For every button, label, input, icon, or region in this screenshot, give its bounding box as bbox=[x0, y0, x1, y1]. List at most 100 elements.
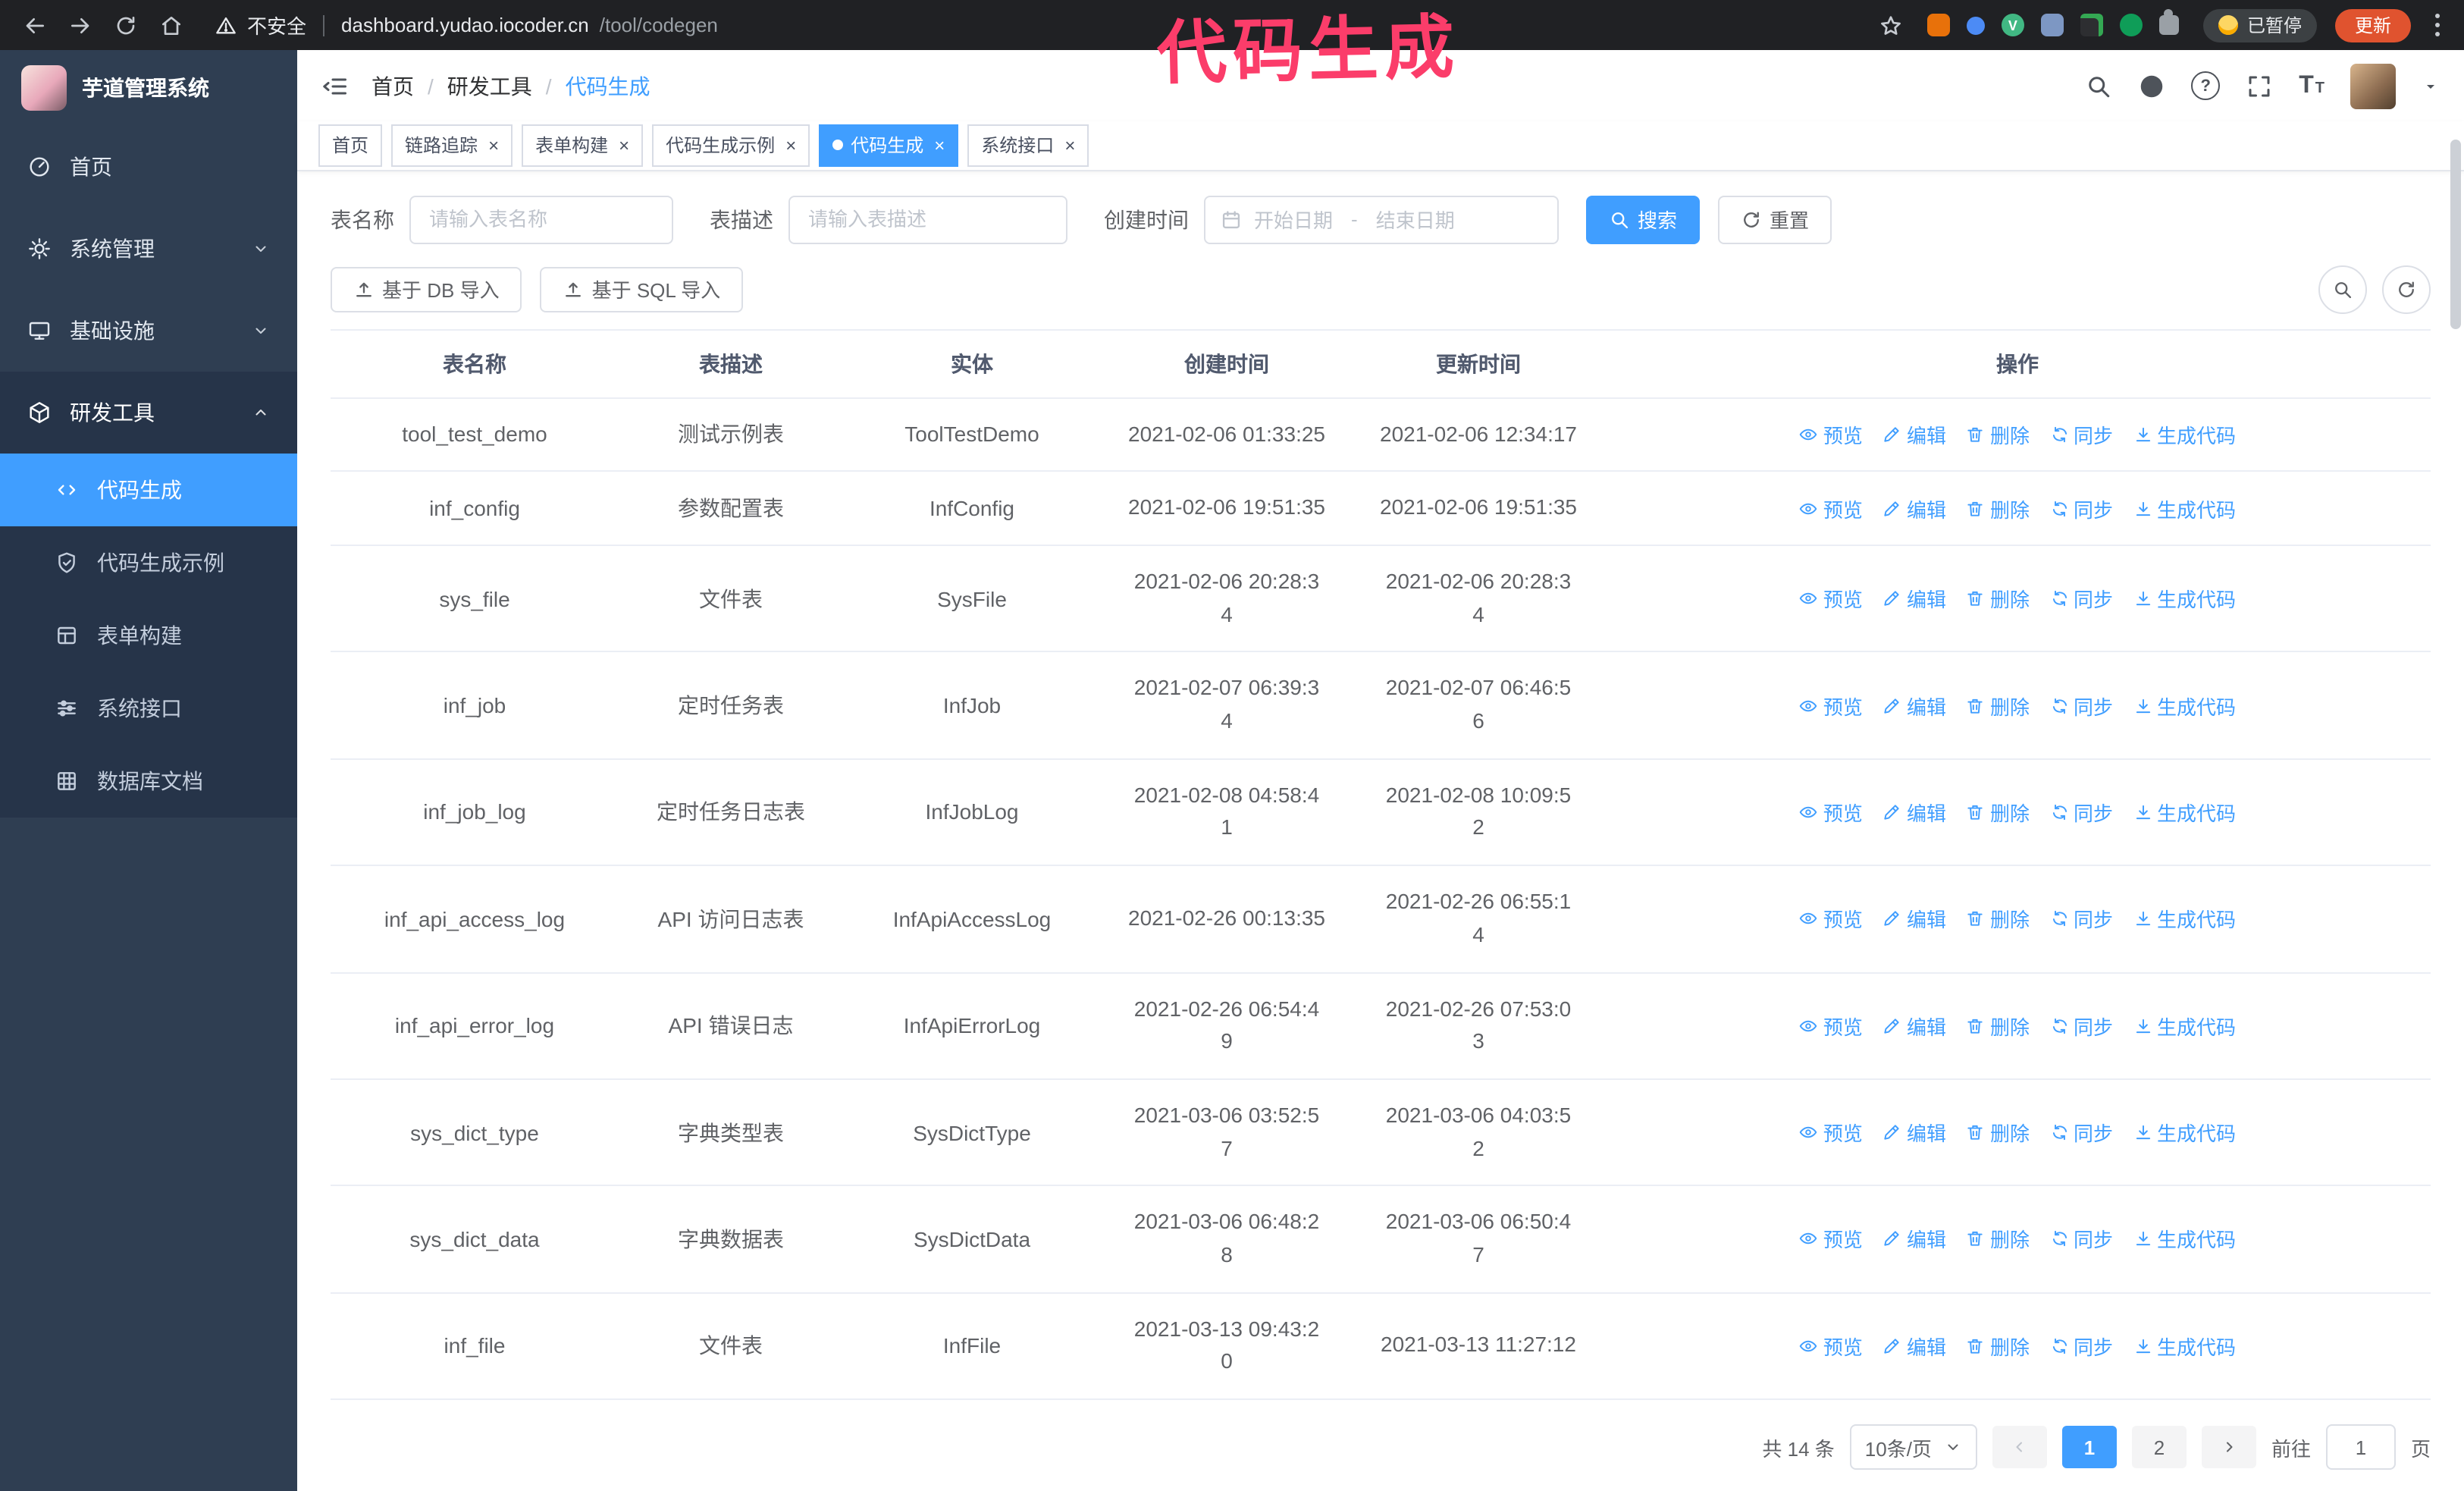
generate-code-link[interactable]: 生成代码 bbox=[2133, 691, 2236, 720]
sidebar-item-dev-tools[interactable]: 研发工具 bbox=[0, 372, 297, 454]
sidebar-item-home[interactable]: 首页 bbox=[0, 126, 297, 208]
sync-link[interactable]: 同步 bbox=[2049, 1011, 2113, 1040]
breadcrumb-item[interactable]: 代码生成 bbox=[566, 71, 650, 101]
reload-button[interactable] bbox=[106, 5, 146, 45]
tab-close-icon[interactable]: × bbox=[619, 137, 629, 155]
delete-link[interactable]: 删除 bbox=[1966, 905, 2030, 934]
sync-link[interactable]: 同步 bbox=[2049, 584, 2113, 613]
goto-page-input[interactable] bbox=[2325, 1424, 2396, 1470]
preview-link[interactable]: 预览 bbox=[1799, 584, 1863, 613]
toggle-search-button[interactable] bbox=[2318, 265, 2367, 314]
tab-close-icon[interactable]: × bbox=[785, 137, 796, 155]
breadcrumb-item[interactable]: 研发工具 bbox=[447, 71, 532, 101]
preview-link[interactable]: 预览 bbox=[1799, 420, 1863, 449]
generate-code-link[interactable]: 生成代码 bbox=[2133, 1225, 2236, 1254]
edit-link[interactable]: 编辑 bbox=[1882, 1011, 1946, 1040]
extension-vue-devtools-icon[interactable] bbox=[2001, 14, 2024, 36]
generate-code-link[interactable]: 生成代码 bbox=[2133, 584, 2236, 613]
tab-codegen-example[interactable]: 代码生成示例 × bbox=[652, 124, 810, 167]
generate-code-link[interactable]: 生成代码 bbox=[2133, 420, 2236, 449]
search-icon[interactable] bbox=[2085, 72, 2112, 99]
sync-link[interactable]: 同步 bbox=[2049, 1118, 2113, 1147]
delete-link[interactable]: 删除 bbox=[1966, 1011, 2030, 1040]
next-page-button[interactable] bbox=[2201, 1426, 2256, 1468]
extension-people-icon[interactable] bbox=[2040, 14, 2064, 36]
tab-close-icon[interactable]: × bbox=[1064, 137, 1075, 155]
sync-link[interactable]: 同步 bbox=[2049, 905, 2113, 934]
home-button[interactable] bbox=[152, 5, 191, 45]
edit-link[interactable]: 编辑 bbox=[1882, 798, 1946, 827]
address-bar[interactable]: 不安全 dashboard.yudao.iocoder.cn/tool/code… bbox=[215, 11, 718, 39]
sync-link[interactable]: 同步 bbox=[2049, 798, 2113, 827]
back-button[interactable] bbox=[15, 5, 55, 45]
preview-link[interactable]: 预览 bbox=[1799, 1011, 1863, 1040]
edit-link[interactable]: 编辑 bbox=[1882, 905, 1946, 934]
delete-link[interactable]: 删除 bbox=[1966, 691, 2030, 720]
refresh-button[interactable] bbox=[2382, 265, 2431, 314]
delete-link[interactable]: 删除 bbox=[1966, 494, 2030, 523]
sync-link[interactable]: 同步 bbox=[2049, 494, 2113, 523]
sidebar-item-codegen-example[interactable]: 代码生成示例 bbox=[0, 526, 297, 599]
extension-blue-drop-icon[interactable] bbox=[1966, 16, 1985, 34]
date-range-picker[interactable]: 开始日期 - 结束日期 bbox=[1204, 195, 1559, 244]
tab-close-icon[interactable]: × bbox=[488, 137, 499, 155]
delete-link[interactable]: 删除 bbox=[1966, 798, 2030, 827]
generate-code-link[interactable]: 生成代码 bbox=[2133, 798, 2236, 827]
prev-page-button[interactable] bbox=[1992, 1426, 2047, 1468]
tab-close-icon[interactable]: × bbox=[934, 137, 945, 155]
sidebar-item-infra[interactable]: 基础设施 bbox=[0, 290, 297, 372]
preview-link[interactable]: 预览 bbox=[1799, 798, 1863, 827]
preview-link[interactable]: 预览 bbox=[1799, 1225, 1863, 1254]
tab-home[interactable]: 首页 bbox=[318, 124, 383, 167]
fullscreen-icon[interactable] bbox=[2246, 72, 2273, 99]
sidebar-item-system-api[interactable]: 系统接口 bbox=[0, 672, 297, 745]
scrollbar-thumb[interactable] bbox=[2450, 140, 2461, 329]
sync-link[interactable]: 同步 bbox=[2049, 691, 2113, 720]
help-icon[interactable] bbox=[2191, 71, 2221, 101]
sidebar-item-codegen[interactable]: 代码生成 bbox=[0, 454, 297, 526]
chrome-menu-icon[interactable] bbox=[2426, 11, 2449, 39]
avatar-caret-icon[interactable] bbox=[2422, 77, 2440, 95]
tab-form-builder[interactable]: 表单构建 × bbox=[522, 124, 644, 167]
font-size-icon[interactable] bbox=[2299, 74, 2324, 98]
tab-codegen[interactable]: 代码生成 × bbox=[819, 124, 959, 167]
extensions-puzzle-icon[interactable] bbox=[2158, 9, 2179, 35]
delete-link[interactable]: 删除 bbox=[1966, 1225, 2030, 1254]
sync-link[interactable]: 同步 bbox=[2049, 1225, 2113, 1254]
preview-link[interactable]: 预览 bbox=[1799, 691, 1863, 720]
user-avatar[interactable] bbox=[2350, 63, 2396, 109]
tab-system-api[interactable]: 系统接口 × bbox=[967, 124, 1089, 167]
import-db-button[interactable]: 基于 DB 导入 bbox=[331, 266, 522, 312]
edit-link[interactable]: 编辑 bbox=[1882, 494, 1946, 523]
app-logo[interactable]: 芋道管理系统 bbox=[0, 50, 297, 126]
generate-code-link[interactable]: 生成代码 bbox=[2133, 1118, 2236, 1147]
generate-code-link[interactable]: 生成代码 bbox=[2133, 1011, 2236, 1040]
sync-link[interactable]: 同步 bbox=[2049, 1332, 2113, 1361]
delete-link[interactable]: 删除 bbox=[1966, 420, 2030, 449]
sidebar-item-form-builder[interactable]: 表单构建 bbox=[0, 599, 297, 672]
sidebar-toggle-button[interactable] bbox=[321, 72, 349, 99]
forward-button[interactable] bbox=[61, 5, 100, 45]
search-button[interactable]: 搜索 bbox=[1586, 195, 1701, 244]
extension-green-icon[interactable] bbox=[2119, 14, 2143, 36]
breadcrumb-item[interactable]: 首页 bbox=[371, 71, 414, 101]
preview-link[interactable]: 预览 bbox=[1799, 905, 1863, 934]
sidebar-item-system[interactable]: 系统管理 bbox=[0, 208, 297, 290]
tab-tracing[interactable]: 链路追踪 × bbox=[391, 124, 513, 167]
edit-link[interactable]: 编辑 bbox=[1882, 1225, 1946, 1254]
edit-link[interactable]: 编辑 bbox=[1882, 1118, 1946, 1147]
page-button-2[interactable]: 2 bbox=[2131, 1426, 2187, 1468]
extension-dark-icon[interactable] bbox=[2080, 14, 2103, 36]
edit-link[interactable]: 编辑 bbox=[1882, 420, 1946, 449]
table-desc-input[interactable] bbox=[788, 195, 1067, 244]
page-button-1[interactable]: 1 bbox=[2061, 1426, 2117, 1468]
sync-link[interactable]: 同步 bbox=[2049, 420, 2113, 449]
edit-link[interactable]: 编辑 bbox=[1882, 691, 1946, 720]
delete-link[interactable]: 删除 bbox=[1966, 1332, 2030, 1361]
extension-orange-icon[interactable] bbox=[1926, 14, 1950, 36]
delete-link[interactable]: 删除 bbox=[1966, 584, 2030, 613]
sidebar-item-db-doc[interactable]: 数据库文档 bbox=[0, 745, 297, 818]
page-size-select[interactable]: 10条/页 bbox=[1849, 1424, 1977, 1470]
paused-badge[interactable]: 已暂停 bbox=[2202, 8, 2317, 42]
preview-link[interactable]: 预览 bbox=[1799, 494, 1863, 523]
